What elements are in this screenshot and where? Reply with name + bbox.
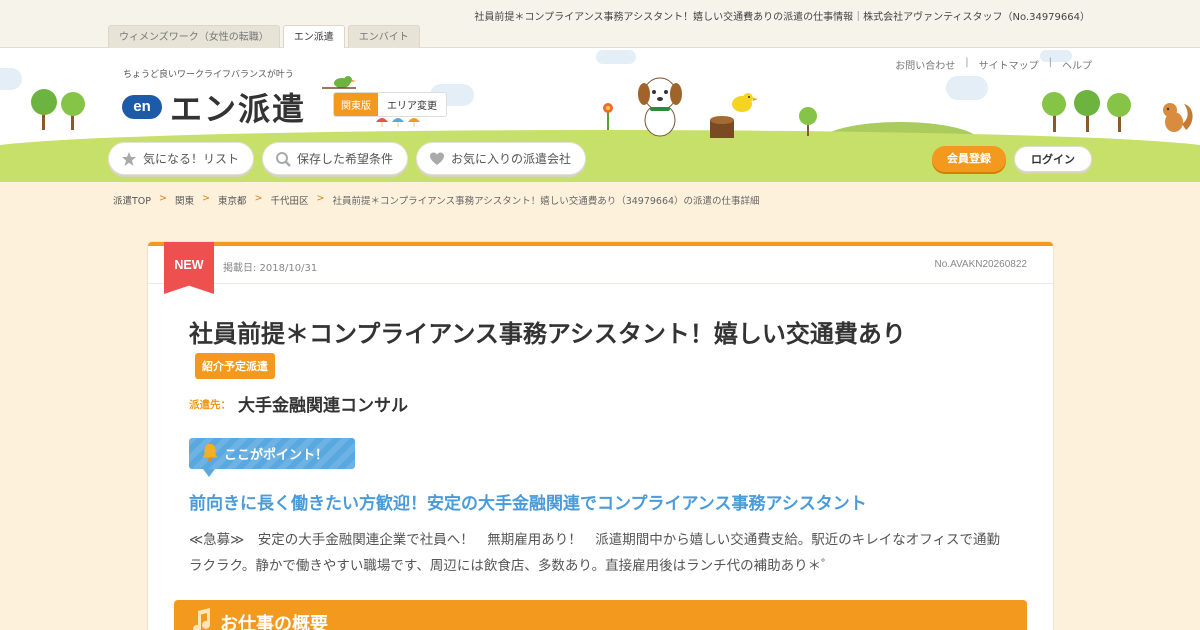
tab-en-baito[interactable]: エンバイト	[347, 25, 420, 48]
destination-label: 派遣先：	[189, 399, 231, 411]
section-title: お仕事の概要	[220, 614, 328, 630]
user-nav: 気になる！リスト 保存した希望条件 お気に入りの派遣会社	[108, 142, 587, 175]
job-title: 社員前提＊コンプライアンス事務アシスタント！嬉しい交通費あり	[189, 320, 906, 348]
breadcrumb-item[interactable]: 派遣TOP	[113, 193, 151, 207]
bird-icon	[732, 93, 758, 112]
en-logo-mark: en	[122, 95, 162, 119]
saved-search-label: 保存した希望条件	[297, 152, 394, 166]
breadcrumb-separator: >	[254, 193, 263, 204]
help-link[interactable]: ヘルプ	[1062, 57, 1092, 72]
breadcrumb-item[interactable]: 東京都	[218, 193, 247, 207]
destination-company: 大手金融関連コンサル	[238, 396, 408, 416]
site-header: ちょうど良いワークライフバランスが叶う en エン派遣 関東版 エリア変更 お問…	[0, 48, 1200, 182]
music-note-icon	[190, 607, 212, 630]
breadcrumb-item[interactable]: 関東	[175, 193, 194, 207]
job-description: ≪急募≫ 安定の大手金融関連企業で社員へ！ 無期雇用あり！ 派遣期間中から嬉しい…	[189, 532, 1000, 574]
key-point-badge: ここがポイント！	[189, 438, 355, 477]
watchlist-button[interactable]: 気になる！リスト	[108, 142, 255, 175]
utility-links: お問い合わせ | サイトマップ | ヘルプ	[895, 57, 1092, 72]
register-button[interactable]: 会員登録	[932, 146, 1006, 172]
auth-buttons: 会員登録 ログイン	[932, 146, 1092, 172]
site-logo[interactable]: en エン派遣	[122, 84, 306, 130]
breadcrumb-separator: >	[316, 193, 325, 204]
page-heading: 社員前提＊コンプライアンス事務アシスタント！嬉しい交通費ありの派遣の仕事情報｜株…	[474, 12, 1090, 23]
favorite-agencies-button[interactable]: お気に入りの派遣会社	[416, 142, 587, 175]
heart-icon	[429, 151, 445, 167]
site-tabs: ウィメンズワーク（女性の転職） エン派遣 エンバイト	[108, 25, 420, 49]
star-icon	[121, 151, 137, 167]
favorite-agencies-label: お気に入りの派遣会社	[451, 152, 572, 166]
job-overview-section-header: お仕事の概要	[174, 600, 1027, 630]
job-catchphrase: 前向きに長く働きたい方歓迎！安定の大手金融関連でコンプライアンス事務アシスタント	[189, 494, 867, 514]
employment-type-tag: 紹介予定派遣	[195, 353, 275, 379]
dog-mascot-icon	[638, 77, 682, 137]
flower-icon	[603, 103, 613, 130]
bell-icon	[201, 442, 219, 466]
tree-stump-icon	[710, 116, 734, 138]
region-change-button[interactable]: エリア変更	[378, 93, 446, 116]
cloud-decoration	[596, 50, 636, 64]
region-selector: 関東版 エリア変更	[333, 92, 447, 117]
watchlist-label: 気になる！リスト	[143, 152, 240, 166]
saved-search-button[interactable]: 保存した希望条件	[262, 142, 409, 175]
tab-en-haken[interactable]: エン派遣	[282, 25, 345, 49]
job-meta-bar: NEW 掲載日: 2018/10/31 No.AVAKN20260822	[148, 242, 1053, 294]
logo-text: エン派遣	[170, 90, 307, 128]
squirrel-icon	[1163, 103, 1193, 132]
sitemap-link[interactable]: サイトマップ	[979, 57, 1039, 72]
contact-link[interactable]: お問い合わせ	[895, 57, 955, 72]
breadcrumb-item[interactable]: 千代田区	[270, 193, 308, 207]
tree-icon	[799, 107, 817, 136]
tree-icon	[31, 89, 85, 130]
bird-icon	[322, 76, 356, 89]
site-tagline: ちょうど良いワークライフバランスが叶う	[123, 70, 294, 80]
breadcrumb-separator: >	[202, 193, 210, 204]
search-icon	[275, 151, 291, 167]
job-number: No.AVAKN20260822	[934, 259, 1027, 270]
separator: |	[965, 57, 969, 68]
cloud-decoration	[946, 76, 988, 100]
breadcrumb-separator: >	[159, 193, 167, 204]
cloud-decoration	[0, 68, 22, 90]
job-detail-card: NEW 掲載日: 2018/10/31 No.AVAKN20260822 社員前…	[148, 242, 1053, 630]
login-button[interactable]: ログイン	[1014, 146, 1092, 172]
current-region: 関東版	[334, 93, 378, 116]
tree-icon	[1042, 90, 1131, 132]
tab-womens-work[interactable]: ウィメンズワーク（女性の転職）	[108, 25, 280, 48]
top-bar: 社員前提＊コンプライアンス事務アシスタント！嬉しい交通費ありの派遣の仕事情報｜株…	[0, 0, 1200, 49]
new-badge: NEW	[164, 242, 214, 294]
key-point-label: ここがポイント！	[224, 448, 329, 463]
separator: |	[1048, 57, 1052, 68]
breadcrumb: 派遣TOP > 関東 > 東京都 > 千代田区 > 社員前提＊コンプライアンス事…	[113, 193, 760, 207]
posted-date: 掲載日: 2018/10/31	[223, 263, 318, 274]
breadcrumb-current: 社員前提＊コンプライアンス事務アシスタント！嬉しい交通費あり（34979664）…	[332, 196, 760, 207]
